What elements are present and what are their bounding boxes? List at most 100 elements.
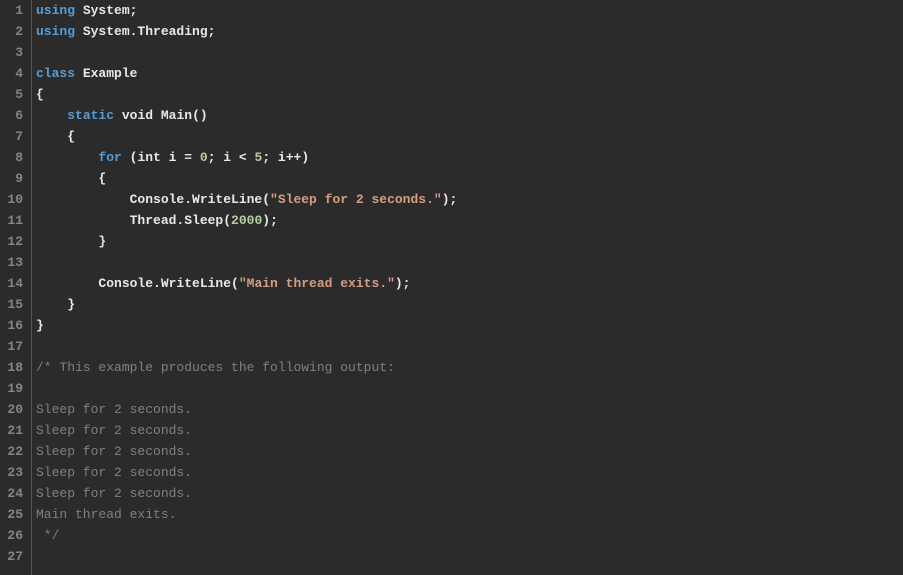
token: 0 (200, 150, 208, 165)
token: ; (208, 24, 216, 39)
token: } (36, 318, 44, 333)
token: ; i < (208, 150, 255, 165)
line-number: 27 (0, 546, 27, 567)
line-number: 22 (0, 441, 27, 462)
line-number: 4 (0, 63, 27, 84)
code-line[interactable] (36, 42, 903, 63)
line-number: 8 (0, 147, 27, 168)
gutter: 1234567891011121314151617181920212223242… (0, 0, 32, 575)
token: static (67, 108, 114, 123)
code-line[interactable]: { (36, 168, 903, 189)
code-line[interactable]: { (36, 126, 903, 147)
code-line[interactable]: */ (36, 525, 903, 546)
code-line[interactable]: } (36, 231, 903, 252)
token: "Sleep for 2 seconds." (270, 192, 442, 207)
line-number: 15 (0, 294, 27, 315)
line-number: 14 (0, 273, 27, 294)
code-line[interactable]: } (36, 315, 903, 336)
line-number: 1 (0, 0, 27, 21)
token: int (137, 150, 160, 165)
token: } (36, 234, 106, 249)
code-line[interactable]: using System; (36, 0, 903, 21)
token: 2000 (231, 213, 262, 228)
line-number: 17 (0, 336, 27, 357)
line-number: 23 (0, 462, 27, 483)
code-line[interactable]: Sleep for 2 seconds. (36, 483, 903, 504)
line-number: 6 (0, 105, 27, 126)
code-line[interactable] (36, 546, 903, 567)
code-line[interactable]: } (36, 294, 903, 315)
line-number: 9 (0, 168, 27, 189)
token: Sleep for 2 seconds. (36, 423, 192, 438)
code-line[interactable]: /* This example produces the following o… (36, 357, 903, 378)
token (36, 150, 98, 165)
line-number: 25 (0, 504, 27, 525)
line-number: 21 (0, 420, 27, 441)
code-line[interactable]: for (int i = 0; i < 5; i++) (36, 147, 903, 168)
code-line[interactable]: Sleep for 2 seconds. (36, 462, 903, 483)
code-line[interactable]: using System.Threading; (36, 21, 903, 42)
line-number: 12 (0, 231, 27, 252)
token: Sleep for 2 seconds. (36, 465, 192, 480)
line-number: 2 (0, 21, 27, 42)
line-number: 11 (0, 210, 27, 231)
token: Sleep for 2 seconds. (36, 402, 192, 417)
token: Example (83, 66, 138, 81)
line-number: 20 (0, 399, 27, 420)
line-number: 5 (0, 84, 27, 105)
token: ; (130, 3, 138, 18)
code-line[interactable]: Sleep for 2 seconds. (36, 420, 903, 441)
token: i = (161, 150, 200, 165)
token (153, 108, 161, 123)
token: ); (442, 192, 458, 207)
line-number: 19 (0, 378, 27, 399)
code-editor[interactable]: 1234567891011121314151617181920212223242… (0, 0, 903, 575)
token: ; i++) (262, 150, 309, 165)
code-line[interactable]: Console.WriteLine("Sleep for 2 seconds."… (36, 189, 903, 210)
token: { (36, 87, 44, 102)
code-line[interactable] (36, 336, 903, 357)
line-number: 10 (0, 189, 27, 210)
line-number: 3 (0, 42, 27, 63)
token: ); (395, 276, 411, 291)
token: Sleep for 2 seconds. (36, 444, 192, 459)
line-number: 24 (0, 483, 27, 504)
token (36, 108, 67, 123)
code-line[interactable]: class Example (36, 63, 903, 84)
token: ); (262, 213, 278, 228)
token: Main thread exits. (36, 507, 176, 522)
code-line[interactable]: static void Main() (36, 105, 903, 126)
token: using (36, 24, 83, 39)
line-number: 13 (0, 252, 27, 273)
code-line[interactable]: Sleep for 2 seconds. (36, 399, 903, 420)
token: "Main thread exits." (239, 276, 395, 291)
token: System (83, 3, 130, 18)
token: */ (36, 528, 59, 543)
token: } (36, 297, 75, 312)
code-line[interactable] (36, 252, 903, 273)
token: void (122, 108, 153, 123)
line-number: 18 (0, 357, 27, 378)
token: Thread.Sleep( (36, 213, 231, 228)
token: Console.WriteLine( (36, 192, 270, 207)
token: using (36, 3, 83, 18)
token: /* This example produces the following o… (36, 360, 395, 375)
line-number: 26 (0, 525, 27, 546)
code-line[interactable]: Sleep for 2 seconds. (36, 441, 903, 462)
code-line[interactable]: Console.WriteLine("Main thread exits."); (36, 273, 903, 294)
token: { (36, 171, 106, 186)
token: { (36, 129, 75, 144)
token: Main() (161, 108, 208, 123)
code-line[interactable]: { (36, 84, 903, 105)
token: Console.WriteLine( (36, 276, 239, 291)
code-line[interactable]: Thread.Sleep(2000); (36, 210, 903, 231)
token: for (98, 150, 121, 165)
line-number: 7 (0, 126, 27, 147)
token: Sleep for 2 seconds. (36, 486, 192, 501)
token: System.Threading (83, 24, 208, 39)
code-line[interactable]: Main thread exits. (36, 504, 903, 525)
code-line[interactable] (36, 378, 903, 399)
token: class (36, 66, 83, 81)
line-number: 16 (0, 315, 27, 336)
code-area[interactable]: using System;using System.Threading;clas… (32, 0, 903, 575)
